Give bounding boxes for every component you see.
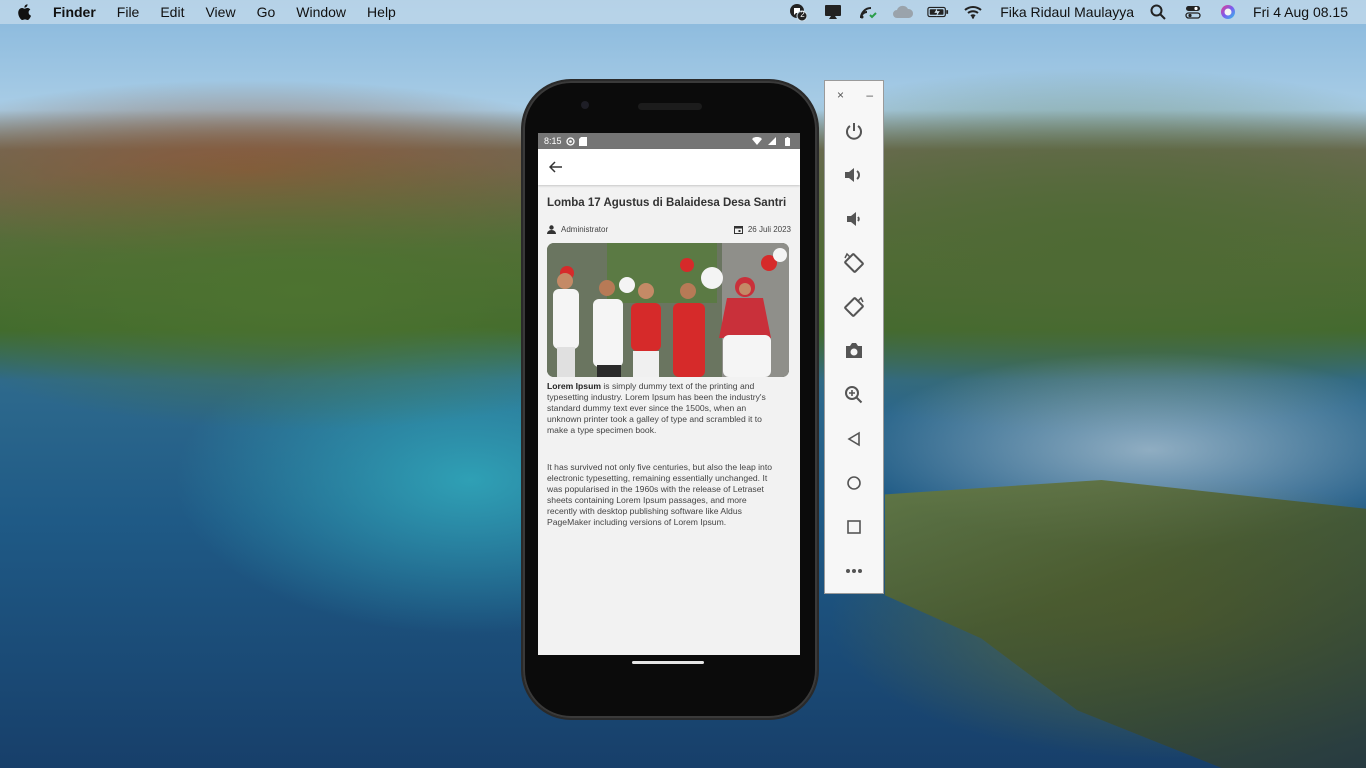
siri-icon[interactable] xyxy=(1217,4,1239,20)
cell-signal-icon xyxy=(767,136,777,146)
volume-down-button[interactable] xyxy=(825,197,883,241)
article-author: Administrator xyxy=(561,224,609,234)
power-button[interactable] xyxy=(825,109,883,153)
menu-window[interactable]: Window xyxy=(296,4,346,20)
sync-icon xyxy=(566,136,576,146)
screen-mirror-icon[interactable] xyxy=(822,4,844,20)
screenshot-button[interactable] xyxy=(825,329,883,373)
emulator-window-buttons: × – xyxy=(825,81,883,109)
phone-battery-icon xyxy=(782,136,792,146)
menu-file[interactable]: File xyxy=(117,4,140,20)
paragraph-bold-lead: Lorem Ipsum xyxy=(547,381,601,391)
home-indicator[interactable] xyxy=(632,661,704,664)
front-camera xyxy=(581,101,589,109)
emulator-toolbar: × – xyxy=(824,80,884,594)
phone-frame: 8:15 Lomba 17 Agustus di Balaidesa Desa … xyxy=(523,81,817,718)
article-paragraph-2: It has survived not only five centuries,… xyxy=(547,462,772,527)
menu-help[interactable]: Help xyxy=(367,4,396,20)
camera-icon xyxy=(846,343,862,358)
volume-up-icon xyxy=(845,168,860,182)
wifi-signal-icon xyxy=(752,136,762,146)
more-icon xyxy=(846,569,862,573)
home-icon xyxy=(847,476,861,490)
rotate-right-icon xyxy=(844,296,864,317)
status-time: 8:15 xyxy=(544,136,562,146)
minimize-icon[interactable]: – xyxy=(866,88,873,102)
phone-screen: 8:15 Lomba 17 Agustus di Balaidesa Desa … xyxy=(538,133,800,655)
android-status-bar: 8:15 xyxy=(538,133,800,149)
date-group: 26 Juli 2023 xyxy=(733,224,791,234)
earpiece-speaker xyxy=(638,103,702,110)
control-center-icon[interactable] xyxy=(1182,4,1204,20)
wifi-icon[interactable] xyxy=(962,4,984,20)
article-date: 26 Juli 2023 xyxy=(747,224,791,234)
article-meta: Administrator 26 Juli 2023 xyxy=(547,223,791,235)
menu-view[interactable]: View xyxy=(205,4,235,20)
cloud-icon[interactable] xyxy=(892,4,914,20)
article: Lomba 17 Agustus di Balaidesa Desa Santr… xyxy=(538,197,800,528)
calendar-icon xyxy=(733,224,744,234)
zoom-icon xyxy=(845,386,863,404)
zoom-button[interactable] xyxy=(825,373,883,417)
notification-icon[interactable]: 2 xyxy=(787,4,809,21)
apple-icon[interactable] xyxy=(17,4,37,20)
article-hero-image xyxy=(547,243,789,377)
status-right-icons xyxy=(752,136,794,146)
volume-down-icon xyxy=(847,212,860,226)
volume-up-button[interactable] xyxy=(825,153,883,197)
overview-icon xyxy=(847,520,861,534)
rotate-left-button[interactable] xyxy=(825,241,883,285)
back-button[interactable] xyxy=(825,417,883,461)
rotate-left-icon xyxy=(844,252,864,273)
rotate-right-button[interactable] xyxy=(825,285,883,329)
status-area: 2 Fika Ridaul Maulayya Fri 4 Aug 08.15 xyxy=(774,0,1366,24)
back-icon xyxy=(847,431,860,447)
article-paragraph-1: Lorem Ipsum is simply dummy text of the … xyxy=(547,381,779,436)
battery-icon[interactable] xyxy=(927,4,949,20)
home-button[interactable] xyxy=(825,461,883,505)
feed-icon[interactable] xyxy=(857,4,879,20)
menu-edit[interactable]: Edit xyxy=(160,4,184,20)
article-title: Lomba 17 Agustus di Balaidesa Desa Santr… xyxy=(547,197,787,209)
back-arrow-icon[interactable] xyxy=(546,157,566,177)
app-bar xyxy=(538,149,800,185)
power-icon xyxy=(846,123,862,140)
close-icon[interactable]: × xyxy=(837,88,844,102)
notification-count: 2 xyxy=(800,10,805,19)
user-name[interactable]: Fika Ridaul Maulayya xyxy=(1000,4,1134,20)
menu-bar: Finder File Edit View Go Window Help 2 F… xyxy=(0,0,1366,24)
desktop-wallpaper xyxy=(885,480,1366,768)
sd-card-icon xyxy=(578,136,588,146)
search-icon[interactable] xyxy=(1147,4,1169,20)
more-button[interactable] xyxy=(825,549,883,593)
overview-button[interactable] xyxy=(825,505,883,549)
menu-go[interactable]: Go xyxy=(257,4,276,20)
menu-app-name[interactable]: Finder xyxy=(53,4,96,20)
menu-clock[interactable]: Fri 4 Aug 08.15 xyxy=(1253,4,1348,20)
person-icon xyxy=(547,224,557,234)
